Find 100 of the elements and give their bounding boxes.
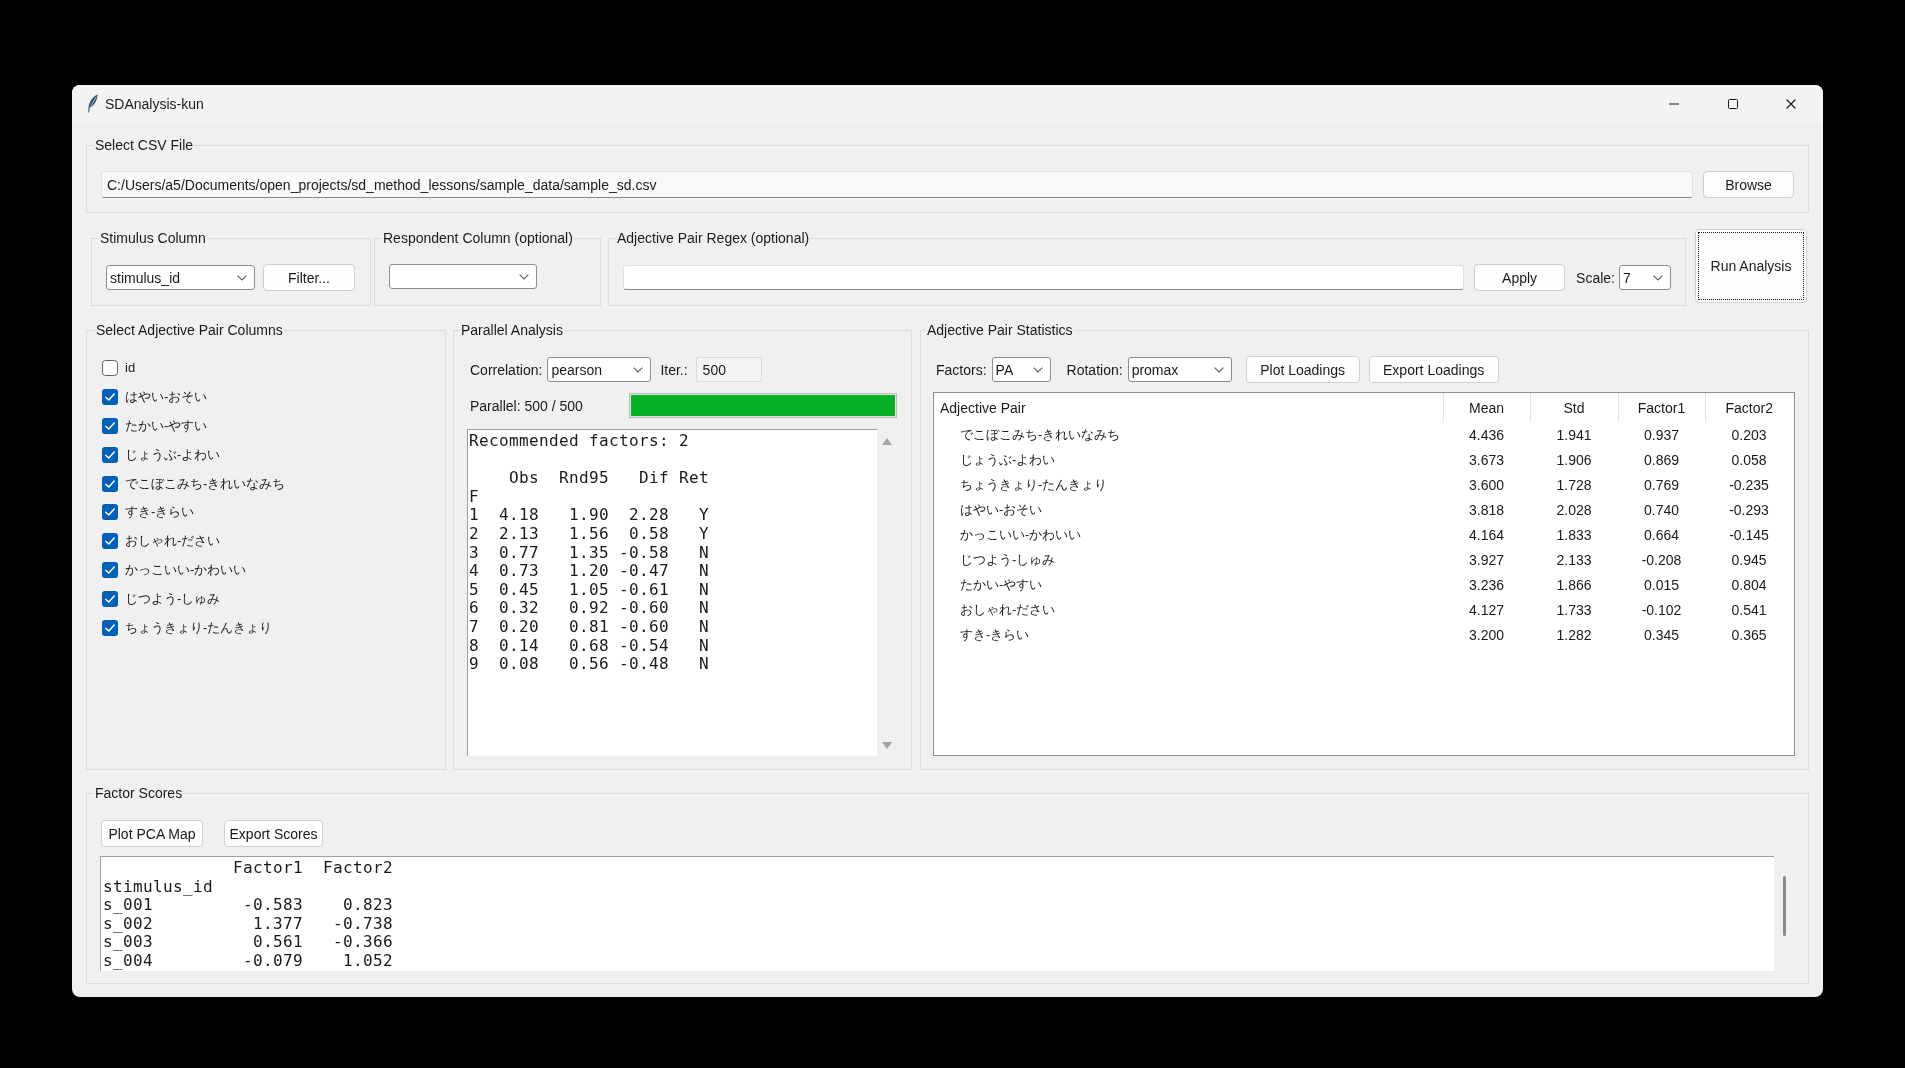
- field-label: Iter.:: [660, 361, 688, 378]
- table-cell: 1.282: [1556, 626, 1592, 643]
- column-header[interactable]: Mean: [1443, 393, 1530, 422]
- field-label: Correlation:: [470, 361, 543, 378]
- table-cell: 4.436: [1468, 426, 1504, 443]
- output-column-header: Factor1: [232, 858, 303, 877]
- correlation-dropdown[interactable]: pearson: [547, 357, 652, 382]
- scale-dropdown[interactable]: 7: [1619, 265, 1671, 290]
- export-loadings-button[interactable]: Export Loadings: [1368, 356, 1499, 383]
- table-cell: 0.203: [1731, 426, 1767, 443]
- output-value: 0.77: [499, 542, 539, 562]
- table-cell: 0.937: [1643, 426, 1679, 443]
- output-value: 0.92: [569, 598, 609, 618]
- output-column-header: Factor2: [322, 858, 393, 877]
- table-cell: かっこいい-かわいい: [960, 526, 1082, 542]
- table-cell: ちょうきょり-たんきょり: [960, 476, 1108, 492]
- checkbox-label[interactable]: じつよう-しゅみ: [125, 590, 221, 607]
- group-label: Factor Scores: [94, 785, 184, 801]
- filter-button[interactable]: Filter...: [263, 264, 355, 291]
- checkbox[interactable]: [102, 389, 118, 406]
- checkbox-label[interactable]: id: [125, 360, 136, 377]
- checkbox-label[interactable]: じょうぶ-よわい: [125, 446, 221, 463]
- output-row-index: s_004: [103, 950, 153, 970]
- column-header[interactable]: Factor2: [1705, 393, 1793, 422]
- checkbox[interactable]: [102, 561, 118, 578]
- checkbox[interactable]: [102, 446, 118, 463]
- browse-button[interactable]: Browse: [1703, 171, 1794, 198]
- table-cell: たかい-やすい: [960, 576, 1043, 592]
- checkbox-label[interactable]: すき-きらい: [125, 504, 195, 521]
- table-cell: おしゃれ-ださい: [960, 601, 1056, 617]
- file-path-field[interactable]: C:/Users/a5/Documents/open_projects/sd_method_lessons/sample_data/sample_sd.csv: [101, 171, 1693, 198]
- output-value: 0.14: [499, 635, 539, 655]
- output-row-index: 6: [469, 598, 479, 618]
- iterations-field[interactable]: 500: [695, 357, 762, 382]
- chevron-down-icon[interactable]: [1653, 274, 1663, 281]
- group-label: Adjective Pair Statistics: [926, 322, 1074, 338]
- chevron-down-icon[interactable]: [1213, 366, 1224, 373]
- checkbox-label[interactable]: かっこいい-かわいい: [125, 561, 247, 578]
- checkbox[interactable]: [102, 360, 118, 377]
- output-value: N: [699, 561, 709, 581]
- chevron-down-icon[interactable]: [237, 274, 247, 281]
- checkbox[interactable]: [102, 590, 118, 607]
- chevron-down-icon[interactable]: [519, 273, 529, 280]
- table-cell: 0.541: [1731, 601, 1767, 618]
- table-cell: 0.869: [1643, 451, 1679, 468]
- column-header[interactable]: Factor1: [1618, 393, 1705, 422]
- checkbox[interactable]: [102, 418, 118, 434]
- output-value: 1.35: [569, 542, 609, 562]
- output-value: 2.13: [499, 523, 539, 543]
- table-cell: 1.906: [1556, 451, 1592, 468]
- scores-text-area[interactable]: Factor1 Factor2 stimulus_id s_001 -0.583 0.823 s_002 1.377 -0.738 s_003 0.561 -0.366 s_004 -0.079 1.052: [100, 856, 1774, 971]
- run-analysis-button[interactable]: Run Analysis: [1695, 229, 1807, 303]
- output-row-index: 1: [469, 505, 479, 525]
- checkbox-label[interactable]: たかい-やすい: [125, 418, 208, 434]
- scrollbar-thumb[interactable]: [1783, 876, 1786, 936]
- close-icon[interactable]: [1786, 98, 1796, 109]
- output-summary-text: Recommended factors: 2: [469, 432, 690, 451]
- apply-button[interactable]: Apply: [1474, 264, 1566, 291]
- checkbox[interactable]: [102, 533, 118, 550]
- output-value: 0.45: [499, 579, 539, 599]
- column-header[interactable]: Std: [1530, 393, 1618, 422]
- table-cell: 0.015: [1643, 576, 1679, 593]
- table-cell: 3.600: [1468, 476, 1504, 493]
- plot-pca-map-button[interactable]: Plot PCA Map: [101, 820, 203, 847]
- regex-field[interactable]: [623, 265, 1465, 290]
- checkbox-label[interactable]: はやい-おそい: [125, 389, 208, 406]
- output-value: N: [699, 579, 709, 599]
- column-header[interactable]: Adjective Pair: [934, 393, 1443, 422]
- export-scores-button[interactable]: Export Scores: [224, 820, 323, 847]
- checkbox[interactable]: [102, 475, 118, 492]
- respondent-column-dropdown[interactable]: [389, 264, 537, 289]
- output-value: -0.366: [332, 932, 393, 952]
- progress-label: Parallel: 500 / 500: [470, 397, 583, 414]
- output-row-index: 8: [469, 635, 479, 655]
- stimulus-column-dropdown[interactable]: stimulus_id: [106, 265, 255, 290]
- output-value: Y: [699, 523, 709, 543]
- output-index-header: stimulus_id: [103, 877, 214, 897]
- output-value: -0.58: [619, 542, 669, 562]
- table-cell: -0.235: [1729, 476, 1769, 493]
- rotation-dropdown[interactable]: promax: [1127, 357, 1232, 382]
- output-value: N: [699, 654, 709, 674]
- checkbox-label[interactable]: おしゃれ-ださい: [125, 533, 221, 550]
- output-row-index: 5: [469, 579, 479, 599]
- plot-loadings-button[interactable]: Plot Loadings: [1245, 356, 1360, 383]
- table-cell: じょうぶ-よわい: [960, 451, 1056, 467]
- table-cell: 0.740: [1643, 501, 1679, 518]
- table-cell: -0.102: [1641, 601, 1682, 618]
- table-cell: 3.200: [1468, 626, 1504, 643]
- output-value: -0.583: [242, 895, 303, 915]
- checkbox[interactable]: [102, 619, 118, 636]
- output-text-area[interactable]: [467, 429, 877, 756]
- checkbox[interactable]: [102, 504, 118, 521]
- checkbox-label[interactable]: でこぼこみち-きれいなみち: [125, 475, 286, 492]
- chevron-down-icon[interactable]: [633, 366, 644, 373]
- maximize-icon[interactable]: [1728, 98, 1738, 109]
- output-column-header: Obs: [509, 468, 539, 488]
- table-cell: でこぼこみち-きれいなみち: [960, 426, 1121, 442]
- checkbox-label[interactable]: ちょうきょり-たんきょり: [125, 619, 273, 636]
- chevron-down-icon[interactable]: [1032, 366, 1043, 373]
- factors-dropdown[interactable]: PA: [991, 357, 1051, 382]
